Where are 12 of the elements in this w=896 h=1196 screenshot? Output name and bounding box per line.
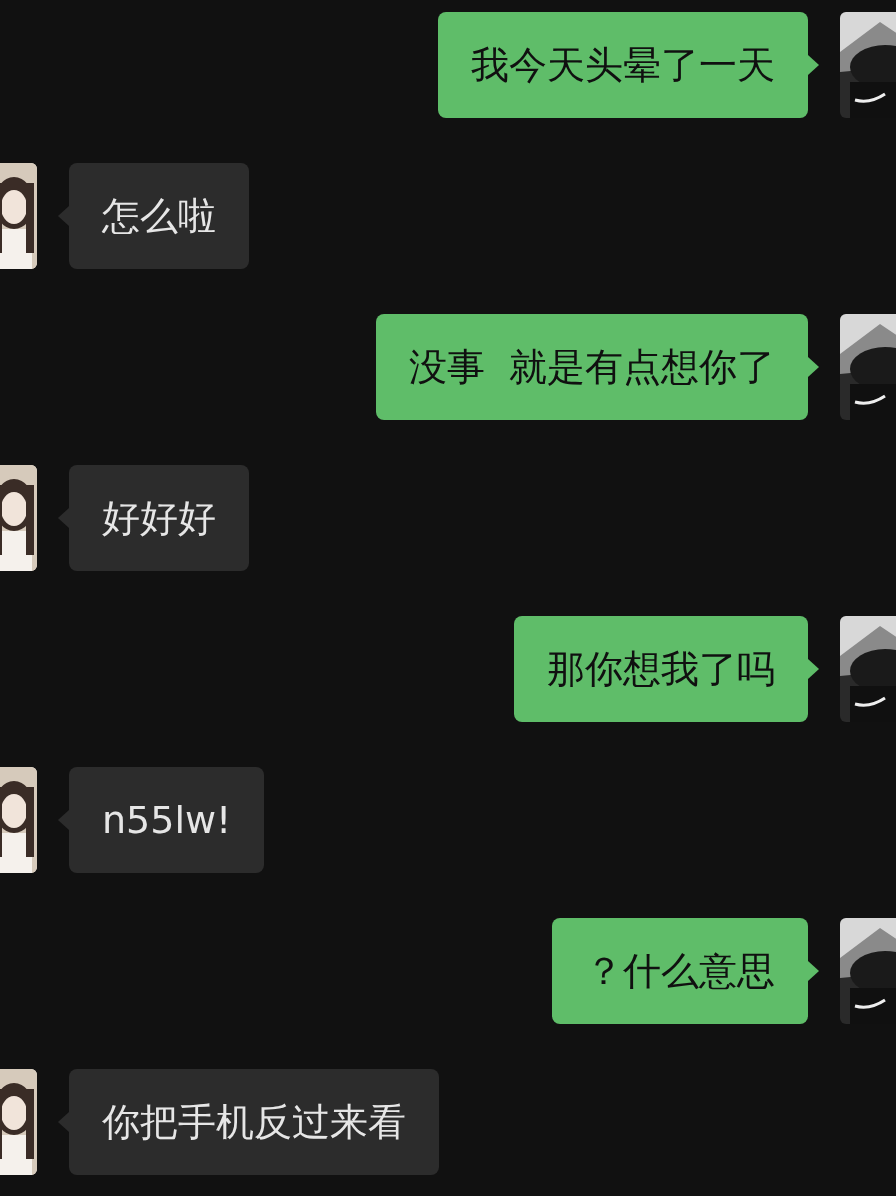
message-bubble: ？什么意思 bbox=[552, 918, 808, 1024]
message-bubble: 怎么啦 bbox=[69, 163, 249, 269]
bubble-tail bbox=[808, 55, 819, 75]
message-bubble: 没事 就是有点想你了 bbox=[375, 314, 808, 420]
bubble-tail bbox=[808, 961, 819, 981]
message-bubble: 那你想我了吗 bbox=[514, 616, 808, 722]
message-bubble: 我今天头晕了一天 bbox=[438, 12, 808, 118]
message-bubble: n55lw! bbox=[69, 767, 265, 873]
message-bubble: 你把手机反过来看 bbox=[69, 1069, 439, 1175]
message-bubble: 好好好 bbox=[69, 465, 249, 571]
bubble-tail bbox=[808, 659, 819, 679]
bubble-tail bbox=[808, 357, 819, 377]
